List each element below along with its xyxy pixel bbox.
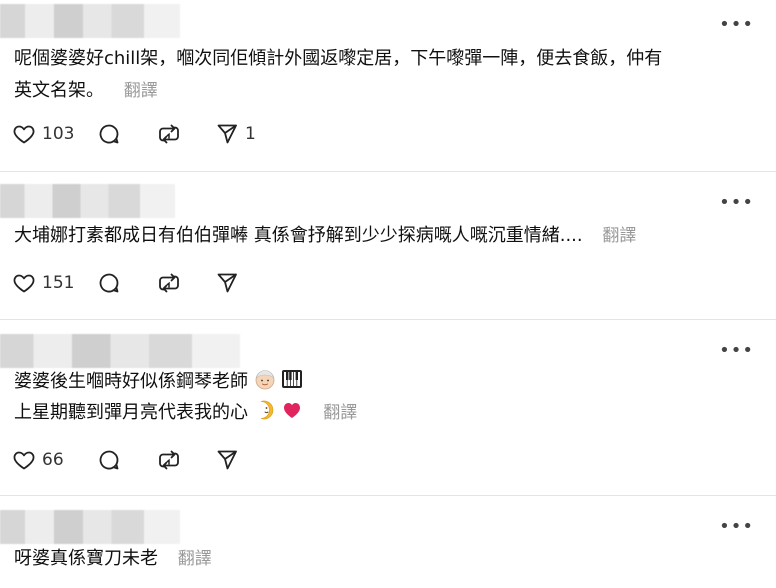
comment-text: 大埔娜打素都成日有伯伯彈𠾴 真係會抒解到少少探病嘅人嘅沉重情緒.... 翻譯 [14, 220, 756, 252]
send-icon [217, 273, 237, 293]
share-button[interactable]: 1 [215, 122, 256, 146]
red-heart-emoji-icon [281, 399, 303, 430]
blurred-username [0, 184, 175, 218]
translate-link[interactable]: 翻譯 [602, 226, 636, 246]
reply-button[interactable] [97, 271, 157, 295]
repost-button[interactable] [157, 271, 215, 295]
comment-text-line1: 婆婆後生嗰時好似係鋼琴老師 [14, 371, 248, 392]
repost-button[interactable] [157, 122, 215, 146]
blurred-username [0, 334, 240, 368]
heart-icon [13, 125, 35, 144]
comment-text: 婆婆後生嗰時好似係鋼琴老師 上星期聽到彈月亮代表我的心 翻譯 [14, 368, 756, 430]
more-options-icon[interactable]: ••• [719, 342, 754, 360]
comment-text-line2: 英文名架。 [14, 80, 104, 101]
heart-icon [13, 451, 35, 470]
repost-icon [159, 450, 179, 470]
comment-text-line1: 呀婆真係寶刀未老 [14, 548, 158, 569]
translate-link[interactable]: 翻譯 [124, 81, 158, 101]
comment-text-line1: 呢個婆婆好chill架，嗰次同佢傾計外國返嚟定居，下午嚟彈一陣，便去食飯，仲有 [14, 48, 663, 69]
blurred-username [0, 4, 180, 38]
repost-icon [159, 124, 179, 144]
reply-button[interactable] [97, 448, 157, 472]
comment-text: 呢個婆婆好chill架，嗰次同佢傾計外國返嚟定居，下午嚟彈一陣，便去食飯，仲有 … [14, 43, 756, 107]
more-options-icon[interactable]: ••• [719, 194, 754, 212]
blurred-username [0, 510, 180, 544]
action-bar: 103 1 [12, 122, 256, 146]
like-button[interactable]: 151 [12, 271, 97, 295]
share-count: 1 [245, 124, 256, 144]
translate-link[interactable]: 翻譯 [178, 549, 212, 569]
send-icon [217, 124, 237, 144]
like-button[interactable]: 66 [12, 448, 97, 472]
action-bar: 66 [12, 448, 239, 472]
comment-2: ••• 大埔娜打素都成日有伯伯彈𠾴 真係會抒解到少少探病嘅人嘅沉重情緒.... … [0, 172, 776, 320]
like-count: 103 [42, 124, 75, 144]
comment-text: 呀婆真係寶刀未老 翻譯 [14, 543, 756, 575]
repost-icon [159, 273, 179, 293]
translate-link[interactable]: 翻譯 [323, 403, 357, 423]
comment-bubble-icon [99, 450, 119, 470]
repost-button[interactable] [157, 448, 215, 472]
piano-keys-emoji-icon [281, 368, 303, 399]
like-count: 151 [42, 273, 75, 293]
crescent-moon-face-emoji-icon [254, 399, 276, 430]
reply-button[interactable] [97, 122, 157, 146]
old-woman-emoji-icon [254, 368, 276, 399]
comment-text-line1: 大埔娜打素都成日有伯伯彈𠾴 真係會抒解到少少探病嘅人嘅沉重情緒.... [14, 225, 583, 246]
comment-1: ••• 呢個婆婆好chill架，嗰次同佢傾計外國返嚟定居，下午嚟彈一陣，便去食飯… [0, 0, 776, 172]
comment-4: ••• 呀婆真係寶刀未老 翻譯 [0, 496, 776, 588]
send-icon [217, 450, 237, 470]
more-options-icon[interactable]: ••• [719, 16, 754, 34]
heart-icon [13, 274, 35, 293]
action-bar: 151 [12, 271, 239, 295]
share-button[interactable] [215, 271, 239, 295]
like-button[interactable]: 103 [12, 122, 97, 146]
more-options-icon[interactable]: ••• [719, 518, 754, 536]
comment-3: ••• 婆婆後生嗰時好似係鋼琴老師 上星期聽到彈月亮代表我的心 翻譯 66 [0, 320, 776, 496]
comment-text-line2: 上星期聽到彈月亮代表我的心 [14, 402, 248, 423]
comment-bubble-icon [99, 124, 119, 144]
comment-bubble-icon [99, 273, 119, 293]
like-count: 66 [42, 450, 64, 470]
share-button[interactable] [215, 448, 239, 472]
